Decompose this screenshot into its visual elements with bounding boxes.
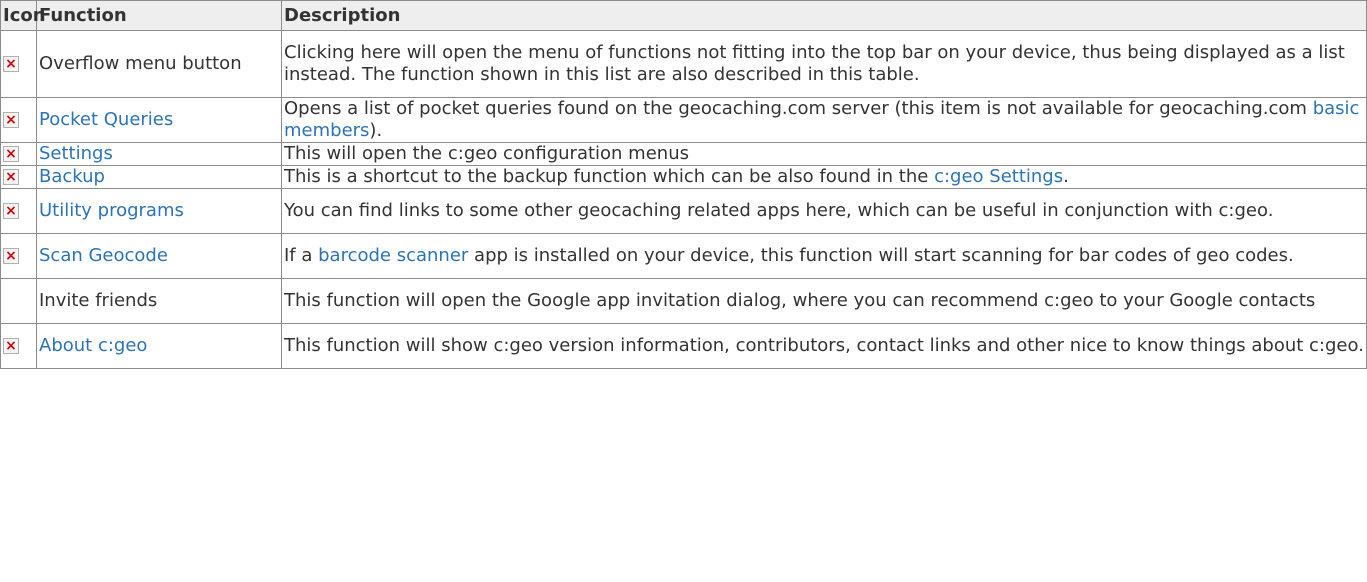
function-link-pocket-queries[interactable]: Pocket Queries [39, 109, 173, 130]
row-icon-cell [0, 97, 37, 143]
table-row-backup: Backup This is a shortcut to the backup … [0, 165, 1367, 189]
row-description: Clicking here will open the menu of func… [281, 30, 1367, 98]
row-icon-cell [0, 142, 37, 166]
row-icon-cell [0, 30, 37, 98]
row-description: Opens a list of pocket queries found on … [281, 97, 1367, 143]
row-function: Invite friends [36, 278, 282, 324]
row-description: This is a shortcut to the backup functio… [281, 165, 1367, 189]
function-link-scan-geocode[interactable]: Scan Geocode [39, 245, 168, 266]
row-icon-cell [0, 233, 37, 279]
broken-image-icon [3, 335, 19, 357]
row-function: About c:geo [36, 323, 282, 369]
description-text: Clicking here will open the menu of func… [284, 42, 1345, 85]
broken-image-icon [3, 109, 19, 131]
table-row-utility-programs: Utility programs You can find links to s… [0, 188, 1367, 234]
row-icon-cell [0, 165, 37, 189]
row-function: Overflow menu button [36, 30, 282, 98]
row-function: Utility programs [36, 188, 282, 234]
function-label-overflow-menu: Overflow menu button [39, 53, 242, 74]
row-function: Scan Geocode [36, 233, 282, 279]
function-link-about-cgeo[interactable]: About c:geo [39, 335, 147, 356]
description-text: This will open the c:geo configuration m… [284, 143, 689, 164]
row-description: You can find links to some other geocach… [281, 188, 1367, 234]
table-row-invite-friends: Invite friends This function will open t… [0, 278, 1367, 324]
function-link-settings[interactable]: Settings [39, 143, 113, 164]
function-label-invite-friends: Invite friends [39, 290, 158, 311]
table-row-about-cgeo: About c:geo This function will show c:ge… [0, 323, 1367, 369]
broken-image-icon [3, 53, 19, 75]
description-text: This function will show c:geo version in… [284, 335, 1364, 356]
row-function: Pocket Queries [36, 97, 282, 143]
broken-image-icon [3, 245, 19, 267]
table-row-scan-geocode: Scan Geocode If a barcode scanner app is… [0, 233, 1367, 279]
description-text-end: . [1063, 166, 1069, 187]
row-function: Settings [36, 142, 282, 166]
functions-table: Icon Function Description Overflow menu … [0, 0, 1367, 369]
cgeo-settings-link[interactable]: c:geo Settings [934, 166, 1063, 187]
row-icon-cell [0, 188, 37, 234]
broken-image-icon [3, 143, 19, 165]
description-text: This is a shortcut to the backup functio… [284, 166, 935, 187]
row-description: If a barcode scanner app is installed on… [281, 233, 1367, 279]
table-header-row: Icon Function Description [0, 0, 1367, 31]
table-row-overflow-menu: Overflow menu button Clicking here will … [0, 30, 1367, 98]
row-icon-cell-empty [0, 278, 37, 324]
table-row-settings: Settings This will open the c:geo config… [0, 142, 1367, 166]
function-link-utility-programs[interactable]: Utility programs [39, 200, 184, 221]
description-text-end: app is installed on your device, this fu… [468, 245, 1294, 266]
row-description: This function will open the Google app i… [281, 278, 1367, 324]
barcode-scanner-link[interactable]: barcode scanner [318, 245, 468, 266]
header-icon: Icon [0, 0, 46, 31]
row-icon-cell [0, 323, 37, 369]
row-description: This function will show c:geo version in… [281, 323, 1367, 369]
row-description: This will open the c:geo configuration m… [281, 142, 1367, 166]
function-link-backup[interactable]: Backup [39, 166, 105, 187]
table-row-pocket-queries: Pocket Queries Opens a list of pocket qu… [0, 97, 1367, 143]
row-function: Backup [36, 165, 282, 189]
header-function: Function [36, 0, 282, 31]
description-text: Opens a list of pocket queries found on … [284, 98, 1313, 119]
header-description: Description [281, 0, 1367, 31]
description-text: You can find links to some other geocach… [284, 200, 1274, 221]
description-text: If a [284, 245, 319, 266]
broken-image-icon [3, 166, 19, 188]
broken-image-icon [3, 200, 19, 222]
description-text: This function will open the Google app i… [284, 290, 1316, 311]
description-text-end: ). [369, 120, 383, 141]
